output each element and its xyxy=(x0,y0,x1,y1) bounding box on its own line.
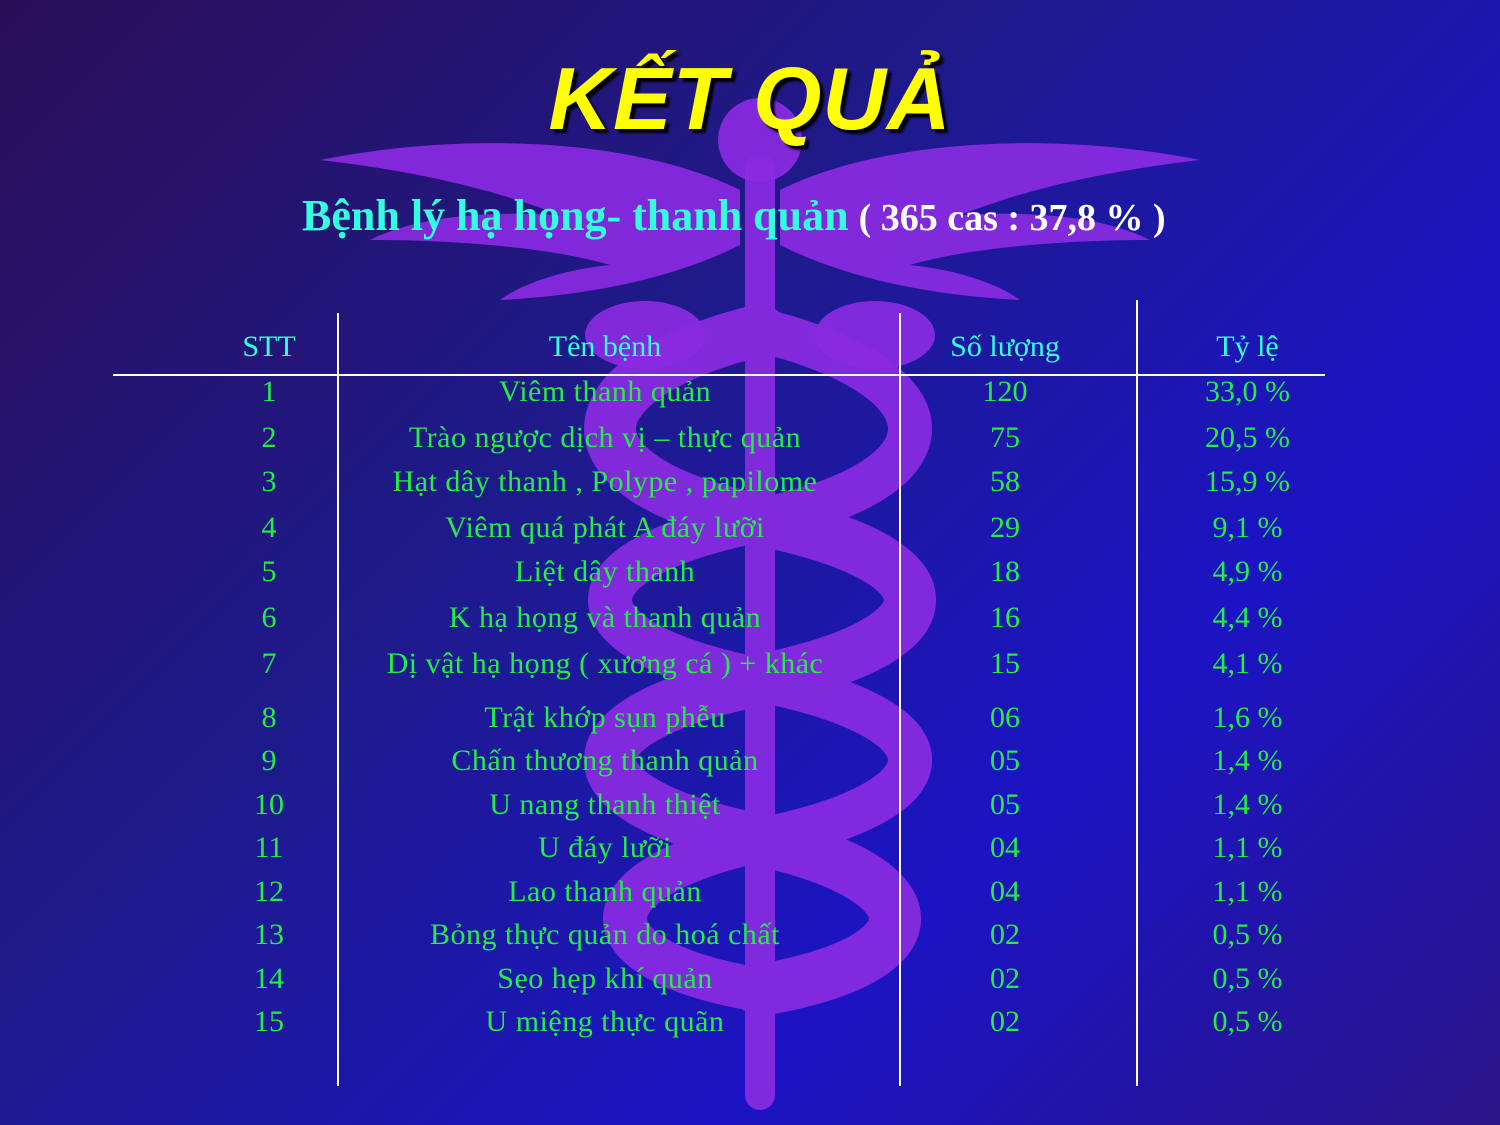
row-name: Trào ngược dịch vị – thực quản xyxy=(408,421,802,454)
table-row: 12 Lao thanh quản 04 1,1 % xyxy=(0,875,1500,915)
row-quantity: 16 xyxy=(990,601,1020,634)
row-stt: 1 xyxy=(261,375,277,408)
row-name: Sẹo hẹp khí quản xyxy=(497,962,713,995)
row-quantity: 06 xyxy=(990,701,1020,734)
table-row: 10 U nang thanh thiệt 05 1,4 % xyxy=(0,788,1500,828)
row-quantity: 05 xyxy=(990,744,1020,777)
row-name: U miệng thực quãn xyxy=(485,1005,725,1038)
row-quantity: 05 xyxy=(990,788,1020,821)
row-rate: 15,9 % xyxy=(1205,465,1290,498)
table-row: 14 Sẹo hẹp khí quản 02 0,5 % xyxy=(0,962,1500,1002)
row-stt: 10 xyxy=(254,788,284,821)
table-row: 6 K hạ họng và thanh quản 16 4,4 % xyxy=(0,601,1500,641)
row-name: Liệt dây thanh xyxy=(514,555,696,588)
row-rate: 4,1 % xyxy=(1212,647,1283,680)
header-quantity: Số lượng xyxy=(950,330,1060,363)
row-name: Viêm quá phát A đáy lưỡi xyxy=(445,511,765,544)
row-name: Viêm thanh quản xyxy=(498,375,712,408)
row-name: U đáy lưỡi xyxy=(538,831,672,864)
table-row: 11 U đáy lưỡi 04 1,1 % xyxy=(0,831,1500,871)
row-rate: 0,5 % xyxy=(1212,918,1283,951)
row-name: Trật khớp sụn phễu xyxy=(484,701,726,734)
row-rate: 1,4 % xyxy=(1212,744,1283,777)
subtitle-summary: ( 365 cas : 37,8 % ) xyxy=(858,197,1166,239)
header-stt: STT xyxy=(242,330,296,363)
slide-title: KẾT QUẢ xyxy=(548,49,952,148)
row-stt: 11 xyxy=(254,831,284,864)
row-stt: 9 xyxy=(261,744,277,777)
header-rate: Tỷ lệ xyxy=(1216,330,1279,363)
row-quantity: 02 xyxy=(990,1005,1020,1038)
row-name: K hạ họng và thanh quản xyxy=(448,601,762,634)
table-row: 9 Chấn thương thanh quản 05 1,4 % xyxy=(0,744,1500,784)
row-quantity: 02 xyxy=(990,918,1020,951)
row-rate: 9,1 % xyxy=(1212,511,1283,544)
row-quantity: 75 xyxy=(990,421,1020,454)
row-rate: 0,5 % xyxy=(1212,1005,1283,1038)
row-name: Chấn thương thanh quản xyxy=(451,744,759,777)
row-stt: 6 xyxy=(261,601,277,634)
row-quantity: 29 xyxy=(990,511,1020,544)
header-name: Tên bệnh xyxy=(548,330,662,363)
row-stt: 8 xyxy=(261,701,277,734)
row-stt: 4 xyxy=(261,511,277,544)
row-stt: 13 xyxy=(254,918,284,951)
row-quantity: 18 xyxy=(990,555,1020,588)
row-quantity: 04 xyxy=(990,831,1020,864)
table-row: 4 Viêm quá phát A đáy lưỡi 29 9,1 % xyxy=(0,511,1500,551)
row-stt: 3 xyxy=(261,465,277,498)
row-quantity: 120 xyxy=(982,375,1028,408)
row-stt: 7 xyxy=(261,647,277,680)
row-rate: 1,6 % xyxy=(1212,701,1283,734)
table-row: 3 Hạt dây thanh , Polype , papilome 58 15,9… xyxy=(0,465,1500,505)
row-rate: 1,4 % xyxy=(1212,788,1283,821)
row-stt: 12 xyxy=(254,875,284,908)
row-stt: 5 xyxy=(261,555,277,588)
table-row: 2 Trào ngược dịch vị – thực quản 75 20,5 % xyxy=(0,421,1500,461)
row-rate: 4,4 % xyxy=(1212,601,1283,634)
row-quantity: 04 xyxy=(990,875,1020,908)
table-row: 15 U miệng thực quãn 02 0,5 % xyxy=(0,1005,1500,1045)
row-stt: 15 xyxy=(254,1005,284,1038)
row-name: Dị vật hạ họng ( xương cá ) + khác xyxy=(386,647,824,680)
row-rate: 4,9 % xyxy=(1212,555,1283,588)
row-name: Lao thanh quản xyxy=(508,875,702,908)
slide: KẾT QUẢ Bệnh lý hạ họng- thanh quản( 365… xyxy=(0,0,1500,1125)
row-rate: 0,5 % xyxy=(1212,962,1283,995)
row-stt: 14 xyxy=(254,962,284,995)
row-rate: 20,5 % xyxy=(1205,421,1290,454)
row-quantity: 15 xyxy=(990,647,1020,680)
table-row: 1 Viêm thanh quản 120 33,0 % xyxy=(0,375,1500,415)
row-name: Bỏng thực quản do hoá chất xyxy=(429,918,781,951)
row-name: Hạt dây thanh , Polype , papilome xyxy=(392,465,818,498)
row-quantity: 58 xyxy=(990,465,1020,498)
row-stt: 2 xyxy=(261,421,277,454)
slide-subtitle: Bệnh lý hạ họng- thanh quản( 365 cas : 3… xyxy=(302,190,1166,241)
table-row: 7 Dị vật hạ họng ( xương cá ) + khác 15 4,1… xyxy=(0,647,1500,687)
subtitle-text: Bệnh lý hạ họng- thanh quản xyxy=(302,191,849,240)
row-rate: 33,0 % xyxy=(1205,375,1290,408)
row-rate: 1,1 % xyxy=(1212,831,1283,864)
table-row: 8 Trật khớp sụn phễu 06 1,6 % xyxy=(0,701,1500,741)
table-row: 13 Bỏng thực quản do hoá chất 02 0,5 % xyxy=(0,918,1500,958)
row-name: U nang thanh thiệt xyxy=(489,788,721,821)
row-rate: 1,1 % xyxy=(1212,875,1283,908)
table-row: 5 Liệt dây thanh 18 4,9 % xyxy=(0,555,1500,595)
row-quantity: 02 xyxy=(990,962,1020,995)
